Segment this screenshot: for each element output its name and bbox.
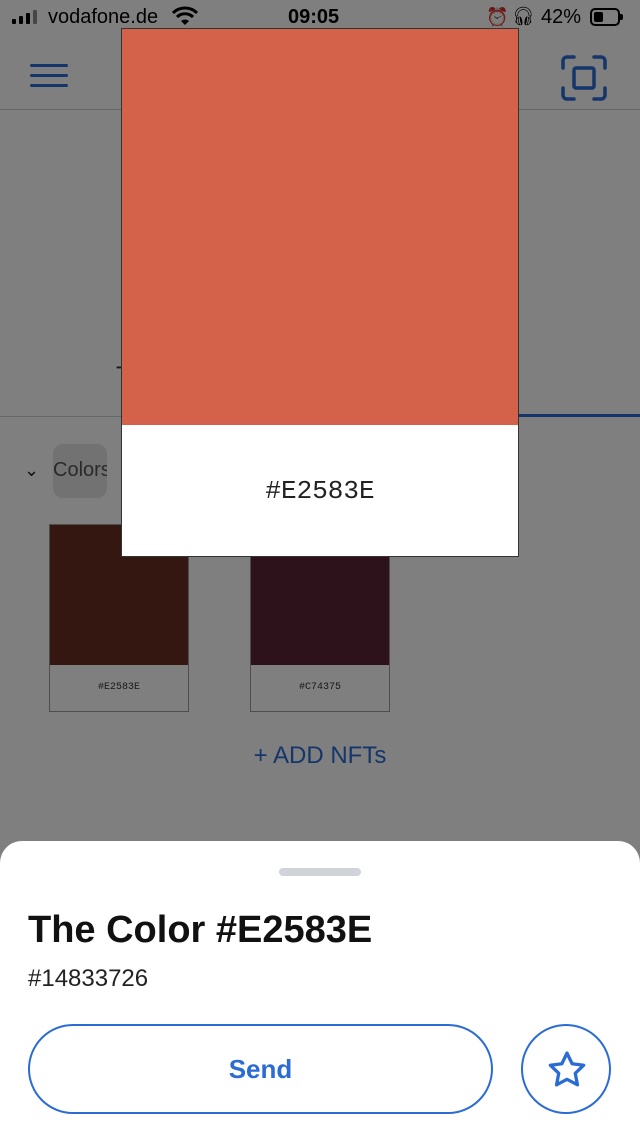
preview-swatch [122, 29, 518, 425]
star-icon [548, 1051, 586, 1087]
favorite-button[interactable] [521, 1024, 611, 1114]
nft-token-id: #14833726 [28, 965, 149, 992]
preview-hex-label: #E2583E [265, 476, 375, 506]
sheet-grabber[interactable] [279, 868, 361, 876]
nft-title: The Color #E2583E [28, 909, 373, 951]
nft-preview: #E2583E [121, 28, 519, 557]
bottom-sheet: The Color #E2583E #14833726 Send [0, 841, 640, 1138]
send-button[interactable]: Send [28, 1024, 493, 1114]
